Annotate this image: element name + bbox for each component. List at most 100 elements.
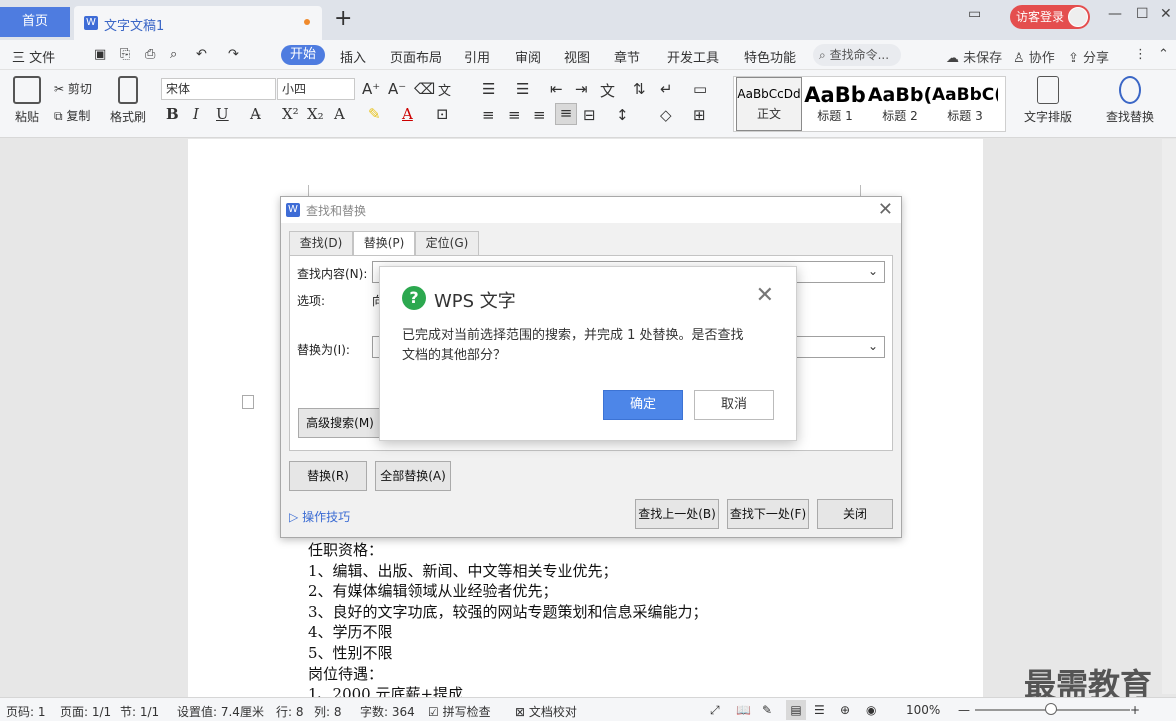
menu-review[interactable]: 审阅 [515, 47, 541, 66]
highlight-icon[interactable]: ✎ [368, 105, 381, 123]
advanced-search-button[interactable]: 高级搜索(M) [298, 408, 382, 438]
edit-mode-icon[interactable]: ✎ [762, 703, 772, 717]
tab-document[interactable]: W 文字文稿1 [74, 6, 322, 40]
status-col[interactable]: 列: 8 [314, 703, 342, 720]
tab-find[interactable]: 查找(D) [289, 231, 353, 255]
reading-mode-icon[interactable]: 📖 [736, 703, 751, 717]
menu-start[interactable]: 开始 [281, 45, 325, 65]
replace-all-button[interactable]: 全部替换(A) [375, 461, 451, 491]
menu-view[interactable]: 视图 [564, 47, 590, 66]
align-right-icon[interactable]: ≡ [533, 106, 546, 124]
page-view-icon[interactable]: ▤ [786, 700, 806, 720]
new-tab-icon[interactable]: + [334, 6, 352, 31]
chevron-down-icon[interactable]: ⌄ [868, 264, 878, 278]
spell-check-button[interactable]: ☑ 拼写检查 [428, 703, 491, 720]
style-normal[interactable]: AaBbCcDd 正文 [736, 77, 802, 131]
align-center-icon[interactable]: ≡ [508, 106, 521, 124]
line-spacing-icon[interactable]: ↕ [616, 106, 629, 124]
window-layout-icon[interactable]: ▭ [968, 6, 981, 22]
redo-icon[interactable]: ↷ [228, 47, 239, 62]
export-icon[interactable]: ⎘ [120, 47, 130, 62]
close-window-icon[interactable]: ✕ [1160, 6, 1172, 22]
text-layout-button[interactable]: 文字排版 [1020, 76, 1076, 125]
distribute-icon[interactable]: ⊟ [583, 106, 596, 124]
menu-chapter[interactable]: 章节 [614, 47, 640, 66]
subscript-icon[interactable]: X₂ [307, 105, 324, 123]
menu-special[interactable]: 特色功能 [744, 47, 796, 66]
tab-home[interactable]: 首页 [0, 7, 70, 37]
tab-goto[interactable]: 定位(G) [415, 231, 479, 255]
menu-insert[interactable]: 插入 [340, 47, 366, 66]
zoom-slider-knob[interactable] [1045, 703, 1057, 715]
eye-protect-icon[interactable]: ◉ [866, 703, 876, 717]
menu-developer[interactable]: 开发工具 [667, 47, 719, 66]
find-next-button[interactable]: 查找下一处(F) [727, 499, 809, 529]
style-heading-2[interactable]: AaBb( 标题 2 [867, 77, 933, 131]
grow-font-icon[interactable]: A⁺ [362, 80, 380, 98]
decrease-indent-icon[interactable]: ⇤ [550, 80, 563, 98]
menu-references[interactable]: 引用 [464, 47, 490, 66]
bullet-list-icon[interactable]: ☰ [482, 80, 495, 98]
preview-icon[interactable]: ⌕ [170, 47, 177, 62]
unsaved-button[interactable]: ☁ 未保存 [946, 47, 1002, 66]
replace-button[interactable]: 替换(R) [289, 461, 367, 491]
status-row[interactable]: 行: 8 [276, 703, 304, 720]
undo-icon[interactable]: ↶ [196, 47, 207, 62]
number-list-icon[interactable]: ☰ [516, 80, 529, 98]
menu-page-layout[interactable]: 页面布局 [390, 47, 442, 66]
font-name-select[interactable]: 宋体 [161, 78, 276, 100]
status-page[interactable]: 页面: 1/1 [60, 703, 111, 720]
visitor-login-button[interactable]: 访客登录 [1010, 5, 1090, 29]
outline-view-icon[interactable]: ☰ [814, 703, 825, 717]
vertical-scrollbar[interactable] [1162, 139, 1176, 694]
align-left-icon[interactable]: ≡ [482, 106, 495, 124]
font-color-icon[interactable]: A [402, 105, 413, 123]
copy-button[interactable]: ⧉ 复制 [54, 107, 90, 124]
more-icon[interactable]: ⋮ [1134, 47, 1147, 62]
find-previous-button[interactable]: 查找上一处(B) [635, 499, 719, 529]
status-word-count[interactable]: 字数: 364 [360, 703, 415, 720]
status-section[interactable]: 节: 1/1 [120, 703, 159, 720]
maximize-icon[interactable]: ☐ [1136, 6, 1149, 22]
close-icon[interactable]: ✕ [756, 283, 774, 308]
tips-link[interactable]: ▷ 操作技巧 [289, 508, 350, 525]
table-layout-icon[interactable]: ▭ [693, 80, 707, 98]
document-body[interactable]: 任职资格： 1、编辑、出版、新闻、中文等相关专业优先； 2、有媒体编辑领域从业经… [308, 540, 708, 705]
ok-button[interactable]: 确定 [603, 390, 683, 420]
cancel-button[interactable]: 取消 [694, 390, 774, 420]
italic-button[interactable]: I [193, 105, 199, 123]
print-icon[interactable]: ⎙ [145, 47, 155, 62]
increase-indent-icon[interactable]: ⇥ [575, 80, 588, 98]
minimize-icon[interactable]: — [1108, 6, 1122, 22]
find-replace-button[interactable]: 查找替换 [1098, 76, 1162, 125]
close-button[interactable]: 关闭 [817, 499, 893, 529]
collapse-ribbon-icon[interactable]: ⌃ [1158, 47, 1169, 62]
underline-button[interactable]: U [216, 105, 229, 123]
zoom-out-icon[interactable]: — [958, 703, 970, 717]
status-page-number[interactable]: 页码: 1 [6, 703, 46, 720]
chinese-layout-icon[interactable]: 文 [600, 80, 615, 101]
justify-icon[interactable]: ≡ [555, 103, 577, 125]
shrink-font-icon[interactable]: A⁻ [388, 80, 406, 98]
document-icon[interactable] [242, 395, 254, 409]
pinyin-icon[interactable]: 文 [438, 80, 451, 99]
bold-button[interactable]: B [166, 105, 179, 123]
cut-button[interactable]: ✂ 剪切 [54, 80, 92, 97]
font-size-select[interactable]: 小四 [277, 78, 355, 100]
sort-icon[interactable]: ⇅ [633, 80, 646, 98]
text-effect-icon[interactable]: A [334, 105, 345, 123]
command-search-input[interactable]: ⌕ 查找命令... [813, 44, 901, 66]
style-heading-3[interactable]: AaBbC( 标题 3 [932, 77, 998, 131]
show-marks-icon[interactable]: ↵ [660, 80, 673, 98]
doc-proof-button[interactable]: ⊠ 文档校对 [515, 703, 577, 720]
chevron-down-icon[interactable]: ⌄ [868, 339, 878, 353]
tab-replace[interactable]: 替换(P) [353, 231, 415, 257]
web-view-icon[interactable]: ⊕ [840, 703, 850, 717]
superscript-icon[interactable]: X² [282, 105, 299, 123]
zoom-in-icon[interactable]: + [1130, 703, 1140, 717]
shading-icon[interactable]: ◇ [660, 106, 672, 124]
dialog-header[interactable]: W 查找和替换 ✕ [281, 197, 901, 223]
format-painter-button[interactable]: 格式刷 [106, 76, 150, 125]
status-setting[interactable]: 设置值: 7.4厘米 [177, 703, 264, 720]
strikethrough-icon[interactable]: A̶ [250, 105, 261, 123]
